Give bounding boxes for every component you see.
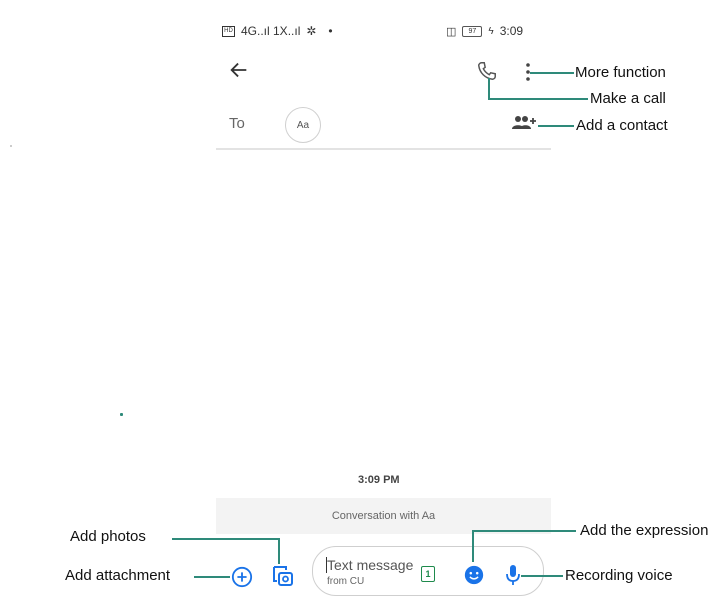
call-button[interactable] — [476, 60, 498, 82]
conversation-banner-text: Conversation with Aa — [331, 510, 436, 522]
make-call-line-h — [488, 98, 588, 100]
to-label: To — [229, 115, 245, 132]
recording-voice-line — [521, 575, 563, 577]
make-call-label: Make a call — [590, 90, 666, 107]
microphone-icon — [506, 565, 520, 585]
conversation-timestamp: 3:09 PM — [358, 474, 400, 486]
stray-dot — [10, 145, 12, 147]
battery-icon: 97 — [462, 25, 483, 37]
add-photos-label: Add photos — [70, 528, 146, 545]
add-expression-line-h — [472, 530, 576, 532]
add-circle-icon — [231, 566, 253, 588]
emoji-button[interactable] — [463, 564, 485, 586]
stray-mark — [120, 413, 123, 416]
charging-icon: ϟ — [488, 25, 494, 37]
smiley-icon — [464, 565, 484, 585]
add-group-icon — [512, 116, 536, 129]
add-contact-button[interactable] — [512, 115, 538, 131]
recipient-chip[interactable]: Aa — [285, 107, 321, 143]
recording-voice-label: Recording voice — [565, 567, 673, 584]
gallery-camera-icon — [273, 566, 293, 586]
sim-badge[interactable]: 1 — [421, 566, 435, 582]
more-function-label: More function — [575, 64, 666, 81]
notification-dot: • — [328, 24, 333, 38]
status-bar-right: ◫ 97 ϟ 3:09 — [446, 24, 523, 38]
conversation-banner: Conversation with Aa — [216, 498, 551, 534]
make-call-line-v — [488, 78, 490, 100]
gear-icon: ✲ — [306, 24, 317, 38]
add-photos-button[interactable] — [271, 564, 295, 588]
hd-icon: HD — [222, 25, 235, 37]
add-photos-line-h — [172, 538, 280, 540]
message-input-placeholder[interactable]: Text message — [327, 557, 413, 573]
add-attachment-label: Add attachment — [65, 567, 171, 584]
add-contact-label: Add a contact — [576, 117, 668, 134]
network-signal: 4G..ıl 1X..ıl — [241, 24, 301, 38]
add-contact-line — [538, 125, 574, 127]
back-button[interactable] — [228, 59, 252, 83]
add-attachment-line — [194, 576, 230, 578]
add-attachment-button[interactable] — [231, 566, 253, 588]
arrow-left-icon — [230, 62, 247, 78]
add-expression-line-v — [472, 530, 474, 562]
status-time: 3:09 — [499, 24, 524, 38]
phone-icon — [478, 62, 496, 80]
add-expression-label: Add the expression — [580, 522, 709, 539]
voice-record-button[interactable] — [505, 563, 521, 587]
sim-label: from CU — [327, 576, 365, 587]
status-bar-left: HD 4G..ıl 1X..ıl ✲ • — [222, 24, 333, 38]
add-photos-line-v — [278, 538, 280, 564]
vibrate-icon: ◫ — [446, 25, 457, 38]
header-divider — [216, 148, 551, 150]
more-function-line — [530, 72, 574, 74]
